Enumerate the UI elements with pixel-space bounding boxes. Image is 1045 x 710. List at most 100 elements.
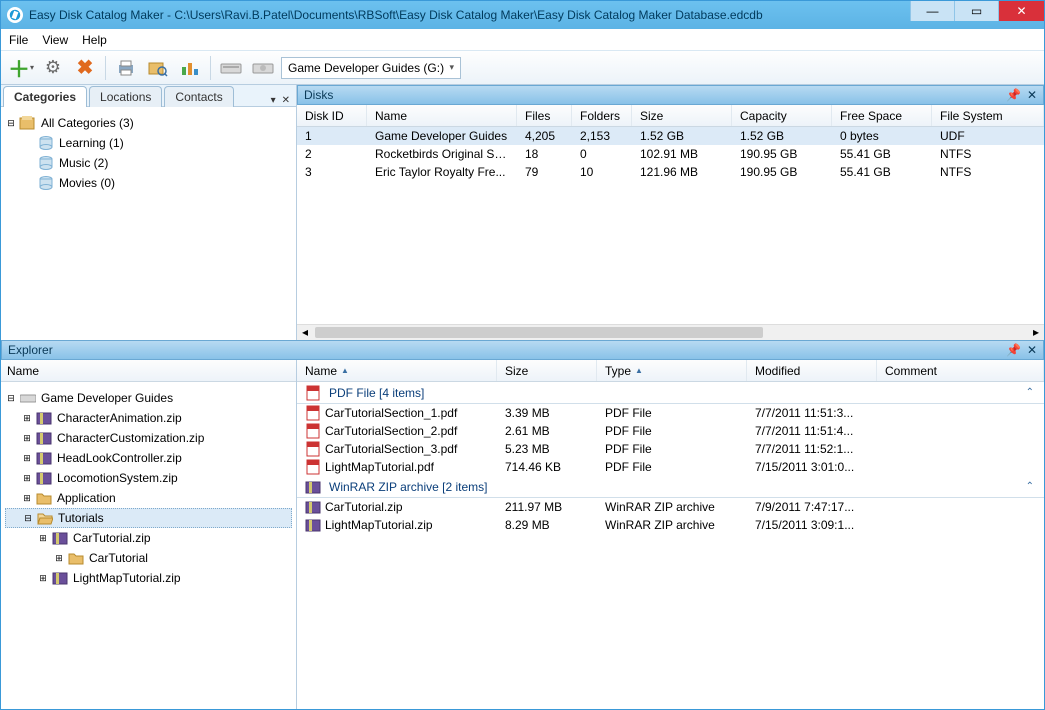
tree-item[interactable]: ⊞CharacterCustomization.zip — [5, 428, 292, 448]
file-row[interactable]: LightMapTutorial.pdf714.46 KBPDF File7/1… — [297, 458, 1044, 476]
drive-button-1[interactable] — [217, 54, 245, 82]
zip-icon — [35, 410, 53, 426]
tree-item[interactable]: ⊞Application — [5, 488, 292, 508]
db-icon — [37, 175, 55, 191]
tree-item[interactable]: ⊞LightMapTutorial.zip — [5, 568, 292, 588]
category-item[interactable]: Movies (0) — [5, 173, 292, 193]
db-icon — [37, 155, 55, 171]
file-row[interactable]: LightMapTutorial.zip8.29 MBWinRAR ZIP ar… — [297, 516, 1044, 534]
window-title: Easy Disk Catalog Maker - C:\Users\Ravi.… — [29, 8, 910, 22]
tree-item[interactable]: ⊞CarTutorial — [5, 548, 292, 568]
category-item[interactable]: Learning (1) — [5, 133, 292, 153]
zip-icon — [305, 517, 321, 533]
pdf-icon — [303, 384, 323, 402]
pdf-icon — [305, 423, 321, 439]
pin-icon[interactable]: 📌 — [1006, 343, 1021, 357]
tree-item[interactable]: ⊞HeadLookController.zip — [5, 448, 292, 468]
disk-row[interactable]: 3Eric Taylor Royalty Fre...7910121.96 MB… — [297, 163, 1044, 181]
pin-icon[interactable]: 📌 — [1006, 88, 1021, 102]
folder-open-icon — [36, 510, 54, 526]
th-files[interactable]: Files — [517, 105, 572, 126]
db-icon — [37, 135, 55, 151]
zip-icon — [303, 478, 323, 496]
drive-select[interactable]: Game Developer Guides (G:) ▾ — [281, 57, 461, 79]
th-name[interactable]: Name▲ — [297, 360, 497, 381]
th-type[interactable]: Type▲ — [597, 360, 747, 381]
disks-thead: Disk ID Name Files Folders Size Capacity… — [297, 105, 1044, 127]
menu-help[interactable]: Help — [82, 33, 107, 47]
categories-tree[interactable]: ⊟ All Categories (3) Learning (1) Music … — [1, 107, 296, 340]
collapse-icon[interactable]: ⌃ — [1026, 481, 1034, 492]
explorer-tree-header[interactable]: Name — [1, 360, 296, 382]
add-button[interactable]: ＋▾ — [7, 54, 35, 82]
th-size[interactable]: Size — [497, 360, 597, 381]
left-tabstrip: Categories Locations Contacts ▾ ✕ — [1, 85, 296, 107]
delete-button[interactable]: ✖ — [71, 54, 99, 82]
pdf-icon — [305, 459, 321, 475]
tree-item[interactable]: ⊞CharacterAnimation.zip — [5, 408, 292, 428]
tab-contacts[interactable]: Contacts — [164, 86, 233, 107]
panel-close-icon[interactable]: ✕ — [1027, 88, 1037, 102]
tab-locations[interactable]: Locations — [89, 86, 162, 107]
disks-table[interactable]: Disk ID Name Files Folders Size Capacity… — [297, 105, 1044, 324]
minimize-button[interactable]: — — [910, 1, 954, 21]
th-folders[interactable]: Folders — [572, 105, 632, 126]
settings-button[interactable]: ⚙ — [39, 54, 67, 82]
maximize-button[interactable]: ▭ — [954, 1, 998, 21]
tab-menu-icon[interactable]: ▾ — [271, 95, 276, 106]
th-modified[interactable]: Modified — [747, 360, 877, 381]
panel-close-icon[interactable]: ✕ — [1027, 343, 1037, 357]
file-row[interactable]: CarTutorial.zip211.97 MBWinRAR ZIP archi… — [297, 498, 1044, 516]
group-header[interactable]: WinRAR ZIP archive [2 items]⌃ — [297, 476, 1044, 498]
th-name[interactable]: Name — [367, 105, 517, 126]
th-capacity[interactable]: Capacity — [732, 105, 832, 126]
file-row[interactable]: CarTutorialSection_1.pdf3.39 MBPDF File7… — [297, 404, 1044, 422]
zip-icon — [305, 499, 321, 515]
titlebar: Easy Disk Catalog Maker - C:\Users\Ravi.… — [1, 1, 1044, 29]
chart-button[interactable] — [176, 54, 204, 82]
category-icon — [19, 115, 37, 131]
group-header[interactable]: PDF File [4 items]⌃ — [297, 382, 1044, 404]
print-button[interactable] — [112, 54, 140, 82]
th-fs[interactable]: File System — [932, 105, 1044, 126]
toolbar: ＋▾ ⚙ ✖ Game Developer Guides (G:) ▾ — [1, 51, 1044, 85]
folder-icon — [35, 490, 53, 506]
chevron-down-icon: ▾ — [449, 62, 454, 73]
zip-icon — [51, 570, 69, 586]
th-comment[interactable]: Comment — [877, 360, 1044, 381]
zip-icon — [35, 430, 53, 446]
tree-root[interactable]: ⊟ Game Developer Guides — [5, 388, 292, 408]
menubar: File View Help — [1, 29, 1044, 51]
collapse-icon[interactable]: ⌃ — [1026, 387, 1034, 398]
drive-button-2[interactable] — [249, 54, 277, 82]
pdf-icon — [305, 405, 321, 421]
th-diskid[interactable]: Disk ID — [297, 105, 367, 126]
zip-icon — [51, 530, 69, 546]
disk-row[interactable]: 1Game Developer Guides4,2052,1531.52 GB1… — [297, 127, 1044, 145]
file-row[interactable]: CarTutorialSection_3.pdf5.23 MBPDF File7… — [297, 440, 1044, 458]
file-row[interactable]: CarTutorialSection_2.pdf2.61 MBPDF File7… — [297, 422, 1044, 440]
explorer-header: Explorer 📌 ✕ — [1, 340, 1044, 360]
tree-item[interactable]: ⊞CarTutorial.zip — [5, 528, 292, 548]
disks-header-label: Disks — [304, 88, 333, 102]
explorer-header-label: Explorer — [8, 343, 53, 357]
explorer-list[interactable]: PDF File [4 items]⌃CarTutorialSection_1.… — [297, 382, 1044, 709]
close-button[interactable]: ✕ — [998, 1, 1044, 21]
explorer-tree[interactable]: ⊟ Game Developer Guides ⊞CharacterAnimat… — [1, 382, 296, 709]
find-button[interactable] — [144, 54, 172, 82]
menu-file[interactable]: File — [9, 33, 28, 47]
menu-view[interactable]: View — [42, 33, 68, 47]
th-free[interactable]: Free Space — [832, 105, 932, 126]
drive-icon — [19, 390, 37, 406]
categories-root[interactable]: ⊟ All Categories (3) — [5, 113, 292, 133]
th-size[interactable]: Size — [632, 105, 732, 126]
tree-item[interactable]: ⊟Tutorials — [5, 508, 292, 528]
tab-categories[interactable]: Categories — [3, 86, 87, 107]
app-icon — [7, 7, 23, 23]
disk-row[interactable]: 2Rocketbirds Original So...180102.91 MB1… — [297, 145, 1044, 163]
explorer-list-header: Name▲ Size Type▲ Modified Comment — [297, 360, 1044, 382]
tab-close-icon[interactable]: ✕ — [282, 95, 290, 106]
disks-hscroll[interactable]: ◂▸ — [297, 324, 1044, 340]
tree-item[interactable]: ⊞LocomotionSystem.zip — [5, 468, 292, 488]
category-item[interactable]: Music (2) — [5, 153, 292, 173]
